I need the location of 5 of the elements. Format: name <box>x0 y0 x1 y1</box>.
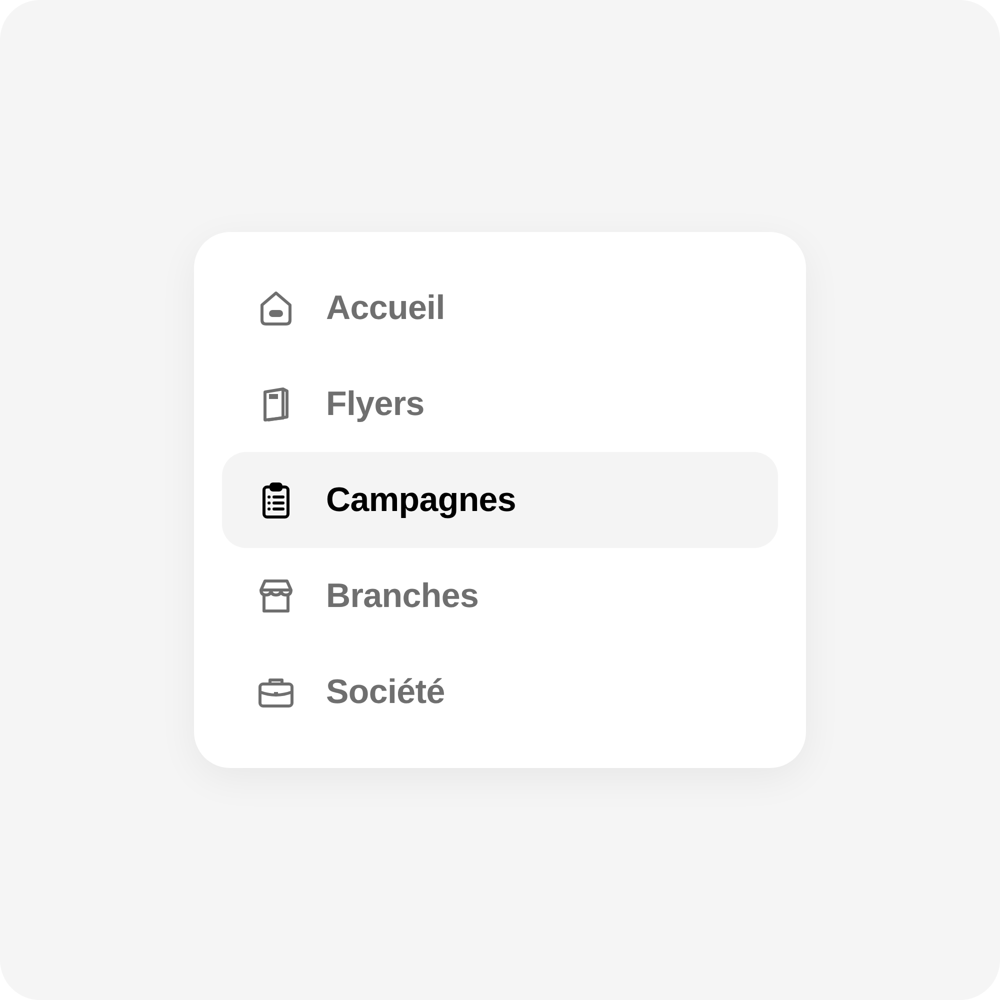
menu-item[interactable]: Campagnes <box>222 452 778 548</box>
menu-item[interactable]: Accueil <box>222 260 778 356</box>
menu-item[interactable]: Société <box>222 644 778 740</box>
menu-item[interactable]: Branches <box>222 548 778 644</box>
menu-item[interactable]: Flyers <box>222 356 778 452</box>
